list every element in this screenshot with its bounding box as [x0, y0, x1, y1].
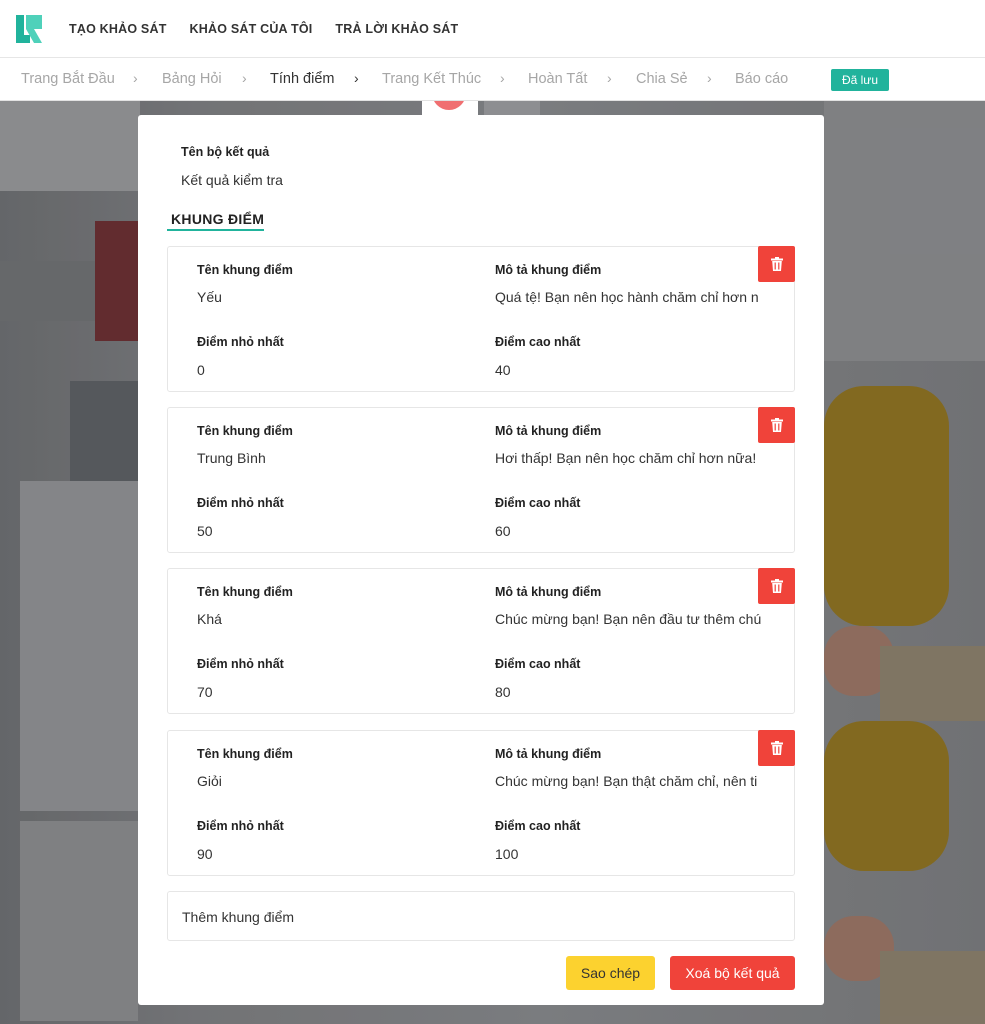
range-description-value[interactable]: Chúc mừng bạn! Bạn nên đầu tư thêm chú: [495, 611, 768, 627]
range-min-value[interactable]: 70: [197, 684, 213, 700]
section-underline: [167, 229, 264, 231]
delete-range-button[interactable]: [758, 568, 795, 604]
copy-button[interactable]: Sao chép: [566, 956, 655, 990]
delete-range-button[interactable]: [758, 730, 795, 766]
step-end-page[interactable]: Trang Kết Thúc: [382, 71, 481, 87]
range-description-value[interactable]: Quá tệ! Bạn nên học hành chăm chỉ hơn n: [495, 289, 768, 305]
result-set-modal: Tên bộ kết quả Kết quả kiểm tra KHUNG ĐI…: [138, 115, 824, 1005]
range-name-label: Tên khung điểm: [197, 747, 293, 761]
range-max-value[interactable]: 100: [495, 846, 518, 862]
step-report[interactable]: Báo cáo: [735, 71, 788, 87]
trash-icon: [770, 418, 783, 432]
range-min-label: Điểm nhỏ nhất: [197, 657, 284, 671]
range-min-label: Điểm nhỏ nhất: [197, 335, 284, 349]
chevron-right-icon: ›: [133, 70, 138, 86]
range-min-label: Điểm nhỏ nhất: [197, 819, 284, 833]
range-max-label: Điểm cao nhất: [495, 335, 581, 349]
step-start-page[interactable]: Trang Bắt Đầu: [21, 71, 115, 87]
nav-answer-survey[interactable]: TRẢ LỜI KHẢO SÁT: [335, 22, 458, 36]
range-name-label: Tên khung điểm: [197, 263, 293, 277]
trash-icon: [770, 257, 783, 271]
range-description-label: Mô tả khung điểm: [495, 585, 602, 599]
nav-my-surveys[interactable]: KHẢO SÁT CỦA TÔI: [190, 22, 313, 36]
logo-icon: [16, 15, 42, 43]
step-scoring[interactable]: Tính điểm: [270, 71, 334, 87]
chevron-right-icon: ›: [354, 70, 359, 86]
range-description-label: Mô tả khung điểm: [495, 424, 602, 438]
range-description-value[interactable]: Chúc mừng bạn! Bạn thật chăm chỉ, nên ti: [495, 773, 768, 789]
step-complete[interactable]: Hoàn Tất: [528, 71, 587, 87]
chevron-right-icon: ›: [500, 70, 505, 86]
chevron-right-icon: ›: [242, 70, 247, 86]
range-min-value[interactable]: 0: [197, 362, 205, 378]
chevron-right-icon: ›: [707, 70, 712, 86]
score-range-card: Tên khung điểm Khá Mô tả khung điểm Chúc…: [167, 568, 795, 714]
range-name-value[interactable]: Yếu: [197, 289, 222, 305]
step-questionnaire[interactable]: Bảng Hỏi: [162, 71, 222, 87]
add-range-label: Thêm khung điểm: [182, 909, 295, 925]
range-min-value[interactable]: 50: [197, 523, 213, 539]
range-name-value[interactable]: Khá: [197, 611, 222, 627]
range-min-label: Điểm nhỏ nhất: [197, 496, 284, 510]
range-min-value[interactable]: 90: [197, 846, 213, 862]
trash-icon: [770, 741, 783, 755]
delete-result-set-button[interactable]: Xoá bộ kết quả: [670, 956, 795, 990]
result-set-name[interactable]: Kết quả kiểm tra: [181, 172, 283, 188]
range-name-value[interactable]: Trung Bình: [197, 450, 266, 466]
trash-icon: [770, 579, 783, 593]
range-name-label: Tên khung điểm: [197, 424, 293, 438]
delete-range-button[interactable]: [758, 246, 795, 282]
score-range-card: Tên khung điểm Yếu Mô tả khung điểm Quá …: [167, 246, 795, 392]
chevron-right-icon: ›: [607, 70, 612, 86]
score-range-card: Tên khung điểm Trung Bình Mô tả khung đi…: [167, 407, 795, 553]
range-max-label: Điểm cao nhất: [495, 819, 581, 833]
range-description-label: Mô tả khung điểm: [495, 263, 602, 277]
step-share[interactable]: Chia Sẻ: [636, 71, 688, 87]
range-description-value[interactable]: Hơi thấp! Bạn nên học chăm chỉ hơn nữa!: [495, 450, 768, 466]
saved-badge: Đã lưu: [831, 69, 889, 91]
score-range-card: Tên khung điểm Giỏi Mô tả khung điểm Chú…: [167, 730, 795, 876]
range-name-value[interactable]: Giỏi: [197, 773, 222, 789]
range-description-label: Mô tả khung điểm: [495, 747, 602, 761]
section-title: KHUNG ĐIỂM: [171, 211, 265, 227]
range-max-label: Điểm cao nhất: [495, 657, 581, 671]
range-max-value[interactable]: 40: [495, 362, 511, 378]
breadcrumb: Trang Bắt Đầu › Bảng Hỏi › Tính điểm › T…: [0, 58, 985, 101]
delete-range-button[interactable]: [758, 407, 795, 443]
range-name-label: Tên khung điểm: [197, 585, 293, 599]
range-max-label: Điểm cao nhất: [495, 496, 581, 510]
range-max-value[interactable]: 80: [495, 684, 511, 700]
add-range-button[interactable]: Thêm khung điểm: [167, 891, 795, 941]
nav-create-survey[interactable]: TẠO KHẢO SÁT: [69, 22, 167, 36]
top-navigation: TẠO KHẢO SÁT KHẢO SÁT CỦA TÔI TRẢ LỜI KH…: [0, 0, 985, 58]
result-set-label: Tên bộ kết quả: [181, 145, 270, 159]
range-max-value[interactable]: 60: [495, 523, 511, 539]
